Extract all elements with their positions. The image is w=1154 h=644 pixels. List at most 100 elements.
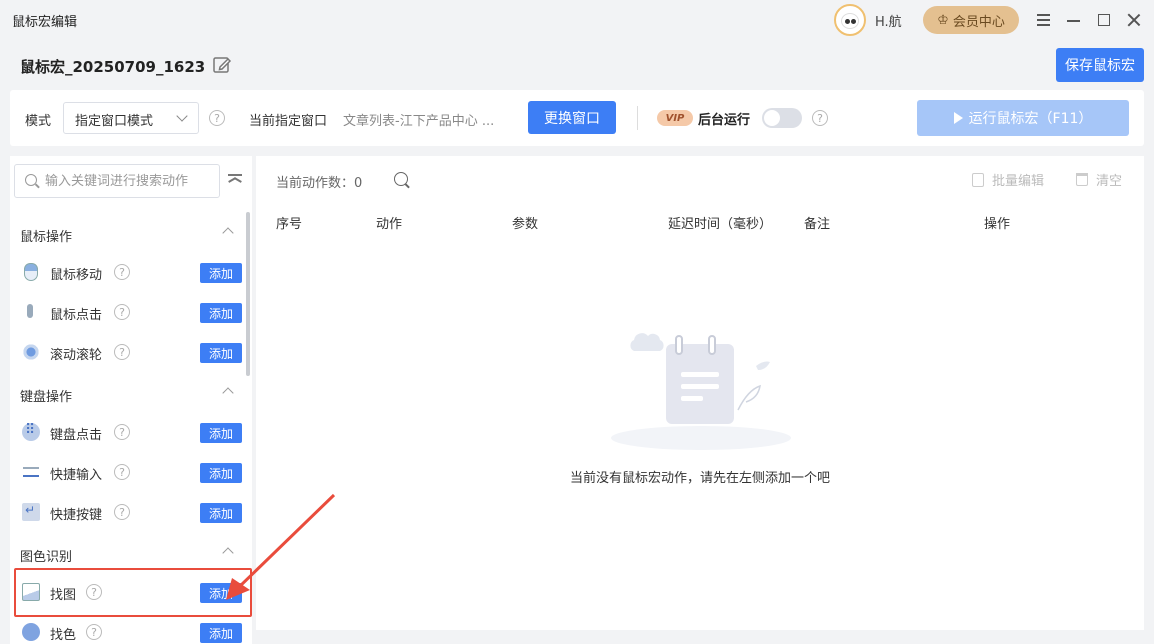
minimize-icon[interactable]: [1064, 10, 1084, 30]
add-hotkey-button[interactable]: 添加: [200, 503, 242, 523]
background-run-toggle[interactable]: [762, 108, 802, 128]
batch-edit-label: 批量编辑: [992, 174, 1045, 189]
column-header-note: 备注: [804, 217, 831, 232]
macro-name: 鼠标宏_20250709_1623: [20, 58, 206, 76]
sidebar-scrollbar[interactable]: [246, 212, 250, 376]
sidebar-item-scroll-wheel: 滚动滚轮 ? 添加: [22, 340, 242, 364]
help-icon[interactable]: ?: [114, 464, 130, 480]
sidebar-item-mouse-click: 鼠标点击 ? 添加: [22, 300, 242, 324]
vip-center-label: 会员中心: [952, 14, 1005, 30]
play-icon: [953, 112, 963, 124]
search-icon[interactable]: [394, 172, 408, 186]
item-label: 快捷输入: [50, 468, 103, 483]
sidebar-item-find-color: 找色 ? 添加: [22, 620, 242, 644]
search-icon: [25, 174, 37, 186]
action-search-input[interactable]: [45, 172, 215, 190]
empty-state-message: 当前没有鼠标宏动作，请先在左侧添加一个吧: [569, 471, 830, 486]
item-label: 滚动滚轮: [50, 348, 103, 363]
chevron-up-icon: [222, 227, 234, 239]
run-macro-button[interactable]: 运行鼠标宏（F11）: [917, 100, 1129, 136]
item-label: 找色: [50, 628, 77, 643]
keyboard-icon: [22, 422, 40, 441]
annotation-highlight-box: [14, 568, 252, 617]
clear-button[interactable]: 清空: [1076, 170, 1122, 189]
item-label: 键盘点击: [50, 428, 103, 443]
action-search-box[interactable]: [14, 164, 220, 198]
add-quick-input-button[interactable]: 添加: [200, 463, 242, 483]
chevron-up-icon: [222, 547, 234, 559]
run-macro-label: 运行鼠标宏（F11）: [968, 111, 1093, 127]
edit-icon[interactable]: [212, 55, 232, 75]
scroll-wheel-icon: [22, 343, 40, 361]
help-icon[interactable]: ?: [114, 424, 130, 440]
help-icon[interactable]: ?: [114, 344, 130, 360]
add-mouse-move-button[interactable]: 添加: [200, 263, 242, 283]
action-count: 0: [354, 176, 363, 191]
column-header-operation: 操作: [984, 217, 1011, 232]
clear-label: 清空: [1096, 174, 1123, 189]
hotkey-icon: [22, 503, 40, 521]
thumbs-up-icon: ♔: [937, 12, 949, 28]
mouse-move-icon: [24, 263, 38, 281]
sidebar-item-mouse-move: 鼠标移动 ? 添加: [22, 260, 242, 284]
mode-select[interactable]: 指定窗口模式: [63, 102, 199, 134]
title-bar: 鼠标宏编辑 H.航 ♔ 会员中心: [0, 0, 1154, 40]
change-window-button[interactable]: 更换窗口: [528, 101, 616, 134]
username[interactable]: H.航: [875, 11, 902, 30]
section-keyboard-ops[interactable]: 键盘操作: [20, 386, 234, 405]
section-title: 图色识别: [20, 550, 73, 565]
collapse-all-icon[interactable]: [228, 172, 244, 188]
sidebar-item-quick-input: 快捷输入 ? 添加: [22, 460, 242, 484]
save-macro-button[interactable]: 保存鼠标宏: [1056, 48, 1144, 82]
help-icon[interactable]: ?: [114, 304, 130, 320]
background-run-label: 后台运行: [698, 113, 751, 128]
section-image-color[interactable]: 图色识别: [20, 546, 234, 565]
current-window-label: 当前指定窗口: [249, 114, 328, 129]
item-label: 鼠标点击: [50, 308, 103, 323]
section-title: 键盘操作: [20, 390, 73, 405]
macro-header: 鼠标宏_20250709_1623 保存鼠标宏: [10, 42, 1144, 88]
toggle-knob: [764, 110, 780, 126]
section-title: 鼠标操作: [20, 230, 73, 245]
mode-bar: 模式 指定窗口模式 ? 当前指定窗口 文章列表-江下产品中心 ... 更换窗口 …: [10, 90, 1144, 146]
action-list-panel: 当前动作数：0 批量编辑 清空 序号 动作 参数 延迟时间（毫秒） 备注 操作 …: [256, 156, 1144, 630]
add-find-color-button[interactable]: 添加: [200, 623, 242, 643]
trash-icon: [1076, 173, 1088, 186]
batch-edit-button[interactable]: 批量编辑: [972, 170, 1044, 189]
chevron-up-icon: [222, 387, 234, 399]
find-color-icon: [22, 623, 40, 641]
mouse-click-icon: [22, 303, 40, 321]
close-icon[interactable]: [1124, 10, 1144, 30]
sidebar-item-keyboard-click: 键盘点击 ? 添加: [22, 420, 242, 444]
add-mouse-click-button[interactable]: 添加: [200, 303, 242, 323]
help-icon[interactable]: ?: [114, 504, 130, 520]
quick-input-icon: [22, 463, 40, 481]
action-count-label: 当前动作数：0: [276, 176, 363, 191]
panda-face-icon: [841, 13, 859, 29]
add-keyboard-click-button[interactable]: 添加: [200, 423, 242, 443]
column-header-index: 序号: [276, 217, 303, 232]
divider: [637, 106, 638, 130]
column-header-delay: 延迟时间（毫秒）: [668, 217, 773, 232]
sidebar-item-hotkey: 快捷按键 ? 添加: [22, 500, 242, 524]
column-header-params: 参数: [512, 217, 539, 232]
background-run-help-icon[interactable]: ?: [812, 110, 828, 126]
empty-notebook-icon: [611, 333, 791, 450]
current-window-value: 文章列表-江下产品中心 ...: [343, 114, 495, 129]
item-label: 鼠标移动: [50, 268, 103, 283]
help-icon[interactable]: ?: [86, 624, 102, 640]
window-title: 鼠标宏编辑: [12, 15, 78, 30]
edit-list-icon: [972, 172, 984, 187]
menu-icon[interactable]: [1034, 10, 1054, 30]
mode-help-icon[interactable]: ?: [209, 110, 225, 126]
help-icon[interactable]: ?: [114, 264, 130, 280]
vip-badge: VIP: [657, 110, 693, 126]
add-scroll-wheel-button[interactable]: 添加: [200, 343, 242, 363]
section-mouse-ops[interactable]: 鼠标操作: [20, 226, 234, 245]
maximize-icon[interactable]: [1094, 10, 1114, 30]
avatar[interactable]: [834, 4, 866, 36]
vip-center-button[interactable]: ♔ 会员中心: [923, 6, 1019, 34]
mode-select-value: 指定窗口模式: [75, 114, 154, 129]
column-header-action: 动作: [376, 217, 403, 232]
chevron-down-icon: [176, 110, 188, 122]
